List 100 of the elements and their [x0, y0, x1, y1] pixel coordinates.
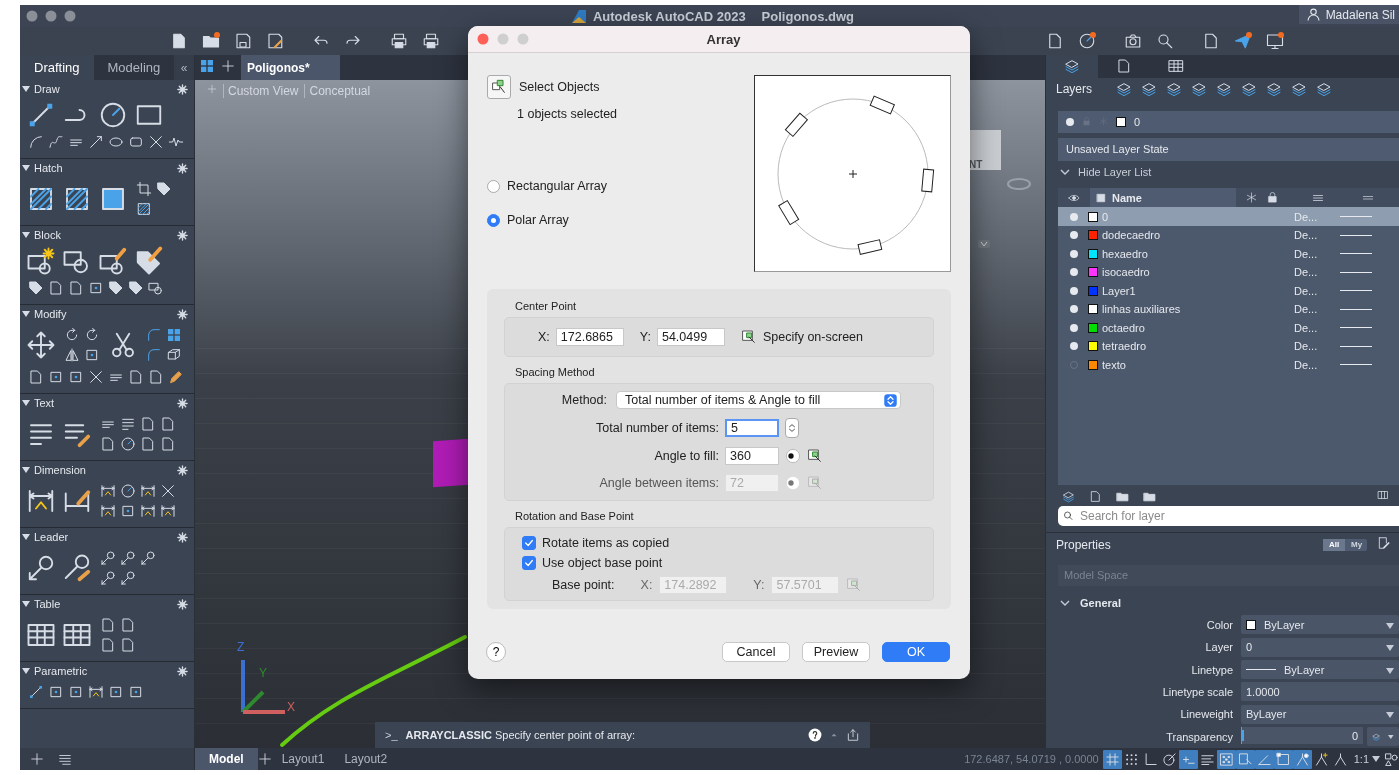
property-dropdown[interactable]: 0	[1241, 637, 1399, 657]
caret-icon[interactable]	[1372, 756, 1380, 762]
columns-icon[interactable]	[1377, 489, 1389, 502]
leader-icon[interactable]	[120, 570, 136, 586]
layer-color-swatch[interactable]	[1088, 248, 1098, 259]
collapse-button[interactable]: «	[174, 55, 194, 80]
square-icon[interactable]	[68, 369, 84, 385]
square-icon[interactable]	[68, 684, 84, 700]
status-toggle[interactable]	[1102, 749, 1122, 769]
radio-label[interactable]: Rectangular Array	[507, 179, 608, 193]
dimension-icon[interactable]	[100, 483, 116, 499]
status-toggle[interactable]	[1216, 749, 1236, 769]
gear-icon[interactable]	[177, 308, 188, 320]
layer-stack-icon[interactable]	[1141, 80, 1158, 97]
leader-icon[interactable]	[100, 570, 116, 586]
circle-icon[interactable]	[98, 100, 128, 130]
square-icon[interactable]	[108, 684, 124, 700]
disclosure-triangle-icon[interactable]	[22, 533, 30, 541]
printer-icon[interactable]	[390, 32, 408, 50]
layer-row[interactable]: texto De...	[1058, 355, 1399, 374]
dimension-icon[interactable]	[140, 483, 156, 499]
plus-icon[interactable]	[221, 59, 235, 73]
cross-lines-icon[interactable]	[160, 483, 176, 499]
caret-icon[interactable]	[1386, 667, 1394, 674]
layer-row[interactable]: Layer1 De...	[1058, 281, 1399, 300]
document-icon[interactable]	[140, 416, 156, 432]
pick-point-icon[interactable]	[740, 329, 757, 345]
pencil-block-icon[interactable]	[98, 246, 128, 276]
disclosure-triangle-icon[interactable]	[22, 310, 30, 318]
printer-icon[interactable]	[422, 32, 440, 50]
disclosure-triangle-icon[interactable]	[22, 600, 30, 608]
select-objects-button[interactable]	[487, 75, 511, 99]
document-icon[interactable]	[68, 280, 84, 296]
diagonal-arrow-icon[interactable]	[88, 134, 104, 150]
disclosure-triangle-icon[interactable]	[22, 85, 30, 93]
layer-color-swatch[interactable]	[1088, 230, 1098, 241]
dimension-icon[interactable]	[88, 684, 104, 700]
pencil-tag-icon[interactable]	[134, 246, 164, 276]
share-icon[interactable]	[846, 728, 860, 742]
method-dropdown[interactable]: Total number of items & Angle to fill	[616, 391, 901, 409]
layer-search-field[interactable]: Search for layer	[1058, 506, 1399, 526]
caret-icon[interactable]	[1388, 733, 1394, 740]
layer-stack-icon[interactable]	[1116, 80, 1133, 97]
rounded-rectangle-icon[interactable]	[128, 134, 144, 150]
hatch-icon[interactable]	[136, 201, 152, 217]
dropdown-arrow-icon[interactable]	[978, 240, 990, 248]
plus-icon[interactable]	[30, 752, 44, 766]
document-icon[interactable]	[148, 369, 164, 385]
linetype-dropdown[interactable]: ByLayer	[1241, 660, 1399, 680]
layer-row[interactable]: octaedro De...	[1058, 318, 1399, 337]
status-toggle[interactable]	[1254, 749, 1274, 769]
dialog-button[interactable]: Preview	[802, 642, 870, 662]
layer-color-swatch[interactable]	[1088, 341, 1098, 352]
edit-icon[interactable]	[1377, 536, 1391, 551]
circle-icon[interactable]	[120, 436, 136, 452]
lock-icon[interactable]	[1267, 192, 1278, 204]
status-toggle[interactable]	[1292, 749, 1312, 769]
layer-stack-icon[interactable]	[1241, 80, 1258, 97]
layer-state-dropdown[interactable]: Unsaved Layer State	[1058, 137, 1399, 161]
property-dropdown[interactable]: ByLayer	[1241, 704, 1399, 724]
cross-lines-icon[interactable]	[88, 369, 104, 385]
filter-toggle[interactable]: All	[1323, 538, 1345, 551]
monitor-icon[interactable]	[1266, 32, 1284, 50]
tag-icon[interactable]	[156, 181, 172, 197]
square-icon[interactable]	[48, 369, 64, 385]
arc-icon[interactable]	[28, 134, 44, 150]
document-icon[interactable]	[100, 617, 116, 633]
snowflake-icon[interactable]	[1246, 192, 1257, 204]
status-toggle[interactable]	[1235, 749, 1255, 769]
visibility-dot-icon[interactable]	[1070, 231, 1078, 240]
annotation-scale-dropdown[interactable]: 1:1	[1353, 753, 1380, 765]
stepper-control[interactable]	[785, 418, 799, 438]
visibility-dot-icon[interactable]	[1070, 286, 1078, 295]
help-button[interactable]: ?	[486, 642, 506, 662]
spline-icon[interactable]	[48, 134, 64, 150]
layer-row[interactable]: tetraedro De...	[1058, 336, 1399, 356]
document-icon[interactable]	[170, 32, 188, 50]
document-icon[interactable]	[100, 637, 116, 653]
layer-row[interactable]: hexaedro De...	[1058, 244, 1399, 263]
radio-button[interactable]	[487, 213, 500, 227]
layer-color-swatch[interactable]	[1088, 304, 1098, 315]
square-icon[interactable]	[120, 503, 136, 519]
leader-icon[interactable]	[140, 550, 156, 566]
visibility-dot-icon[interactable]	[1066, 117, 1074, 126]
layer-stack-icon[interactable]	[1062, 489, 1075, 503]
dimension-icon[interactable]	[160, 503, 176, 519]
color-dropdown[interactable]: ByLayer	[1241, 615, 1399, 635]
section-title[interactable]: General	[1080, 596, 1121, 609]
leader-brush-icon[interactable]	[62, 553, 92, 583]
camera-icon[interactable]	[1124, 32, 1142, 50]
document-icon[interactable]	[1089, 489, 1102, 503]
radio-button[interactable]	[487, 179, 500, 193]
gear-icon[interactable]	[177, 83, 188, 95]
layout-tab[interactable]: Model	[195, 748, 258, 770]
layer-row[interactable]: linhas auxiliares De...	[1058, 299, 1399, 319]
layer-stack-icon[interactable]	[1316, 80, 1333, 97]
caret-icon[interactable]	[1386, 622, 1394, 629]
disclosure-triangle-icon[interactable]	[22, 667, 30, 675]
ellipse-icon[interactable]	[108, 134, 124, 150]
plus-icon[interactable]	[257, 752, 272, 766]
